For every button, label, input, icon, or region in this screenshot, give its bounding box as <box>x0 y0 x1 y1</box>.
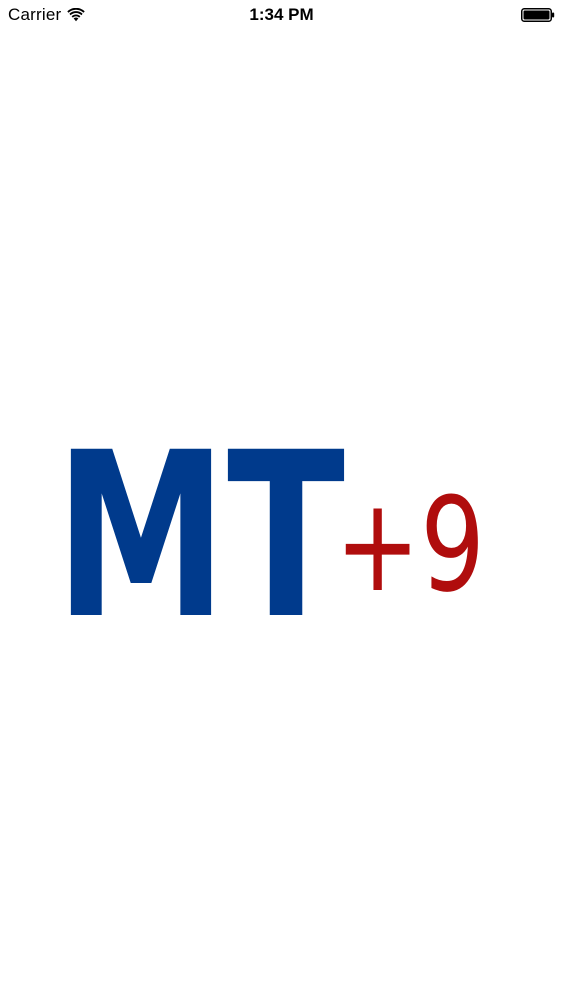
status-time: 1:34 PM <box>249 5 314 24</box>
app-logo: MT +9 <box>55 420 485 620</box>
battery-full-icon <box>521 8 555 22</box>
splash-screen: MT +9 <box>0 30 563 1000</box>
logo-letters: MT <box>55 420 345 620</box>
status-bar: Carrier 1:34 PM <box>0 0 563 30</box>
logo-suffix: +9 <box>335 469 485 620</box>
logo-suffix-plus-nine: +9 <box>335 469 485 620</box>
logo-letters-mt: MT <box>55 420 345 620</box>
